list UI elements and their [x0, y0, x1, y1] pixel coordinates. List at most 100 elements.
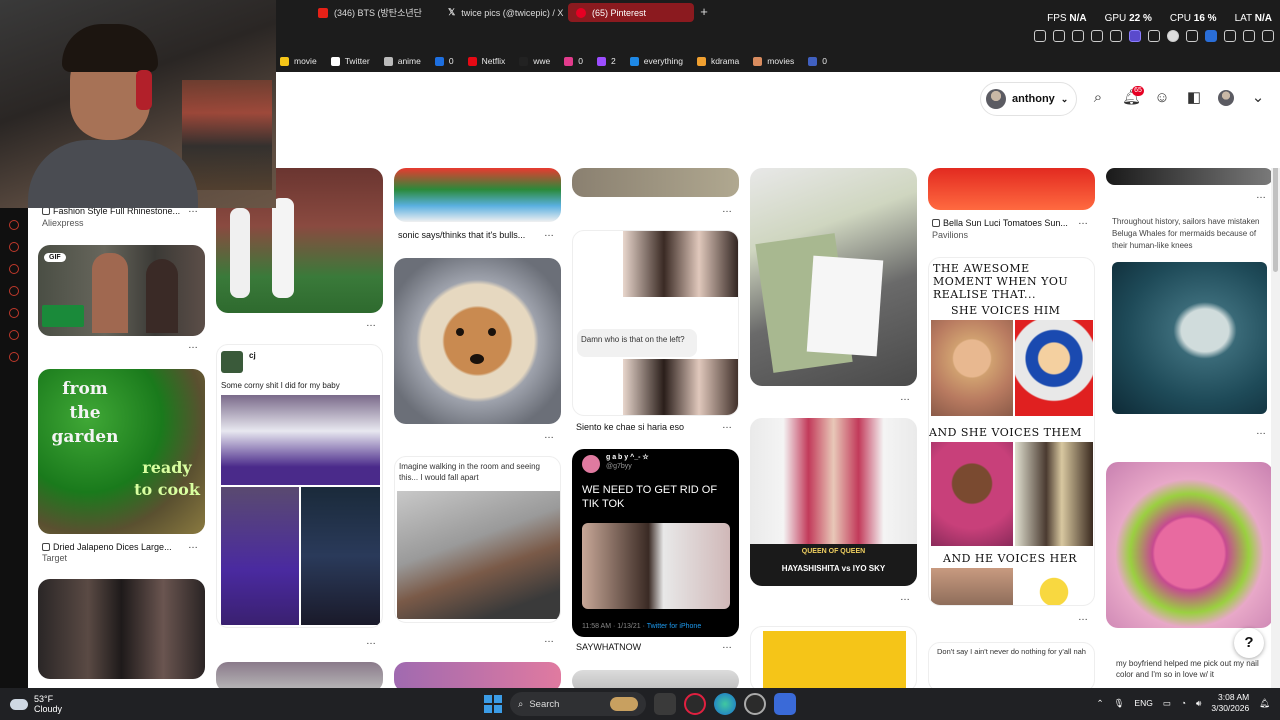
- clock[interactable]: 3:08 AM 3/30/2026: [1211, 692, 1249, 714]
- download-icon[interactable]: [1224, 30, 1236, 42]
- pin-caption[interactable]: Dried Jalapeno Dices Large...: [42, 542, 172, 552]
- bookmark-netflix[interactable]: Netflix: [467, 56, 505, 66]
- pin-image-dog[interactable]: [394, 258, 561, 424]
- pin-image-wrestler[interactable]: QUEEN OF QUEEN HAYASHISHITA vs IYO SKY: [750, 418, 917, 586]
- bookmark-kdrama[interactable]: kdrama: [696, 56, 739, 66]
- bookmark-movie[interactable]: movie: [280, 56, 317, 66]
- messages-icon[interactable]: ☺: [1154, 90, 1170, 106]
- pin-image-kpop-dancers[interactable]: [38, 579, 205, 679]
- search-icon[interactable]: ⌕: [1090, 90, 1106, 106]
- pin-more-button[interactable]: …: [544, 634, 555, 645]
- pin-image-voice-meme[interactable]: THE AWESOME MOMENT WHEN YOU REALISE THAT…: [928, 257, 1095, 606]
- bookmark-movies[interactable]: movies: [753, 56, 794, 66]
- steam-icon[interactable]: [744, 693, 766, 715]
- screenshot-icon[interactable]: [1053, 30, 1065, 42]
- heart-icon[interactable]: [1110, 30, 1122, 42]
- amazon-extension-icon[interactable]: [1205, 30, 1217, 42]
- windows-start-icon[interactable]: [484, 695, 502, 713]
- play-icon[interactable]: [1091, 30, 1103, 42]
- pin-image-partial[interactable]: [572, 168, 739, 197]
- menu-icon[interactable]: [1262, 30, 1274, 42]
- pin-more-button[interactable]: …: [722, 420, 733, 431]
- new-tab-button[interactable]: +: [697, 5, 711, 19]
- bookmark-folder-2[interactable]: 0: [564, 56, 583, 66]
- microphone-icon[interactable]: 🎙︎: [1114, 698, 1125, 709]
- edge-icon[interactable]: [714, 693, 736, 715]
- pin-image-cake-art[interactable]: [1106, 462, 1273, 628]
- sidebar-icon[interactable]: [9, 242, 19, 252]
- chevron-down-icon[interactable]: ⌄: [1250, 90, 1266, 106]
- sidebar-icon[interactable]: [9, 264, 19, 274]
- shield-icon[interactable]: [1072, 30, 1084, 42]
- pin-image-yellow-signs[interactable]: [750, 626, 917, 688]
- pin-caption[interactable]: Siento ke chae si haria eso: [576, 422, 684, 432]
- pin-more-button[interactable]: …: [544, 430, 555, 441]
- pin-image-sonic[interactable]: [394, 168, 561, 222]
- pin-caption[interactable]: SAYWHATNOW: [576, 642, 641, 652]
- chevron-up-icon[interactable]: ⌃: [1097, 698, 1104, 709]
- pin-more-button[interactable]: …: [188, 340, 199, 351]
- language-indicator[interactable]: ENG: [1134, 698, 1152, 708]
- pin-image-tweet-tiktok[interactable]: g a b y ^_- ☆ @g7byy WE NEED TO GET RID …: [572, 449, 739, 637]
- bookmark-icon[interactable]: [1034, 30, 1046, 42]
- bookmark-wwe[interactable]: wwe: [519, 56, 550, 66]
- pin-image-receipt-money[interactable]: [750, 168, 917, 386]
- extension-icon[interactable]: [1129, 30, 1141, 42]
- pin-more-button[interactable]: …: [544, 228, 555, 239]
- notifications-icon[interactable]: 🔔︎: [1259, 698, 1270, 709]
- pin-image-wrestling-gif[interactable]: GIF: [38, 245, 205, 336]
- pin-more-button[interactable]: …: [366, 636, 377, 647]
- tab-pinterest[interactable]: (65) Pinterest: [568, 3, 694, 22]
- pin-image-beluga[interactable]: Throughout history, sailors have mistake…: [1106, 212, 1273, 420]
- pin-more-button[interactable]: …: [900, 392, 911, 403]
- pin-image-dont-say[interactable]: Don't say I ain't never do nothing for y…: [928, 642, 1095, 688]
- bookmark-twitter[interactable]: Twitter: [330, 56, 370, 66]
- pin-more-button[interactable]: …: [900, 592, 911, 603]
- display-icon[interactable]: ▭: [1163, 698, 1171, 709]
- help-button[interactable]: ?: [1234, 628, 1264, 658]
- bookmark-folder-1[interactable]: 0: [434, 56, 454, 66]
- pin-image-partial[interactable]: [394, 662, 561, 688]
- profile-avatar-icon[interactable]: [1218, 90, 1234, 106]
- weather-widget[interactable]: 53°F Cloudy: [10, 694, 62, 714]
- opera-gx-icon[interactable]: [684, 693, 706, 715]
- ai-icon[interactable]: [1243, 30, 1255, 42]
- pin-image-partial[interactable]: [1106, 168, 1273, 185]
- pin-image-partial[interactable]: [572, 670, 739, 688]
- audio-icon[interactable]: [1148, 30, 1160, 42]
- pin-more-button[interactable]: …: [722, 204, 733, 215]
- account-switcher[interactable]: anthony ⌄: [980, 82, 1078, 116]
- pin-caption[interactable]: sonic says/thinks that it's bulls...: [398, 230, 525, 240]
- pin-image-walking-in[interactable]: Imagine walking in the room and seeing t…: [394, 456, 561, 623]
- pin-more-button[interactable]: …: [1078, 216, 1089, 227]
- file-explorer-icon[interactable]: [654, 693, 676, 715]
- volume-icon[interactable]: 🔊︎: [1196, 698, 1201, 709]
- pin-caption[interactable]: Bella Sun Luci Tomatoes Sun...: [932, 218, 1068, 228]
- bookmark-everything[interactable]: everything: [629, 56, 683, 66]
- sidebar-icon[interactable]: [9, 220, 19, 230]
- sidebar-icon[interactable]: [9, 308, 19, 318]
- sidebar-icon[interactable]: [9, 330, 19, 340]
- pin-image-chat-screenshot[interactable]: Damn who is that on the left?: [572, 230, 739, 416]
- profile-extension-icon[interactable]: [1167, 30, 1179, 42]
- app-icon[interactable]: [774, 693, 796, 715]
- tab-youtube-bts[interactable]: (346) BTS (방탄소년단: [310, 3, 430, 22]
- pin-more-button[interactable]: …: [1256, 426, 1267, 437]
- pin-more-button[interactable]: …: [722, 640, 733, 651]
- pin-image-tomatoes[interactable]: [928, 168, 1095, 210]
- megaphone-icon[interactable]: ◧: [1186, 90, 1202, 106]
- sidebar-icon[interactable]: [9, 352, 19, 362]
- pin-more-button[interactable]: …: [1078, 612, 1089, 623]
- network-icon[interactable]: ◔: [1181, 698, 1186, 708]
- pin-image-corny-shit[interactable]: cj Some corny shit I did for my baby: [216, 344, 383, 628]
- tab-twitter-twice[interactable]: 𝕏 twice pics (@twicepic) / X: [440, 3, 571, 22]
- bookmark-folder-3[interactable]: 2: [596, 56, 616, 66]
- bookmark-anime[interactable]: anime: [383, 56, 421, 66]
- sidebar-icon[interactable]: [9, 286, 19, 296]
- pin-image-partial[interactable]: [216, 662, 383, 688]
- pin-image-jalapeno[interactable]: from the garden ready to cook: [38, 369, 205, 534]
- pin-more-button[interactable]: …: [188, 540, 199, 551]
- pin-more-button[interactable]: …: [366, 318, 377, 329]
- scrollbar-thumb[interactable]: [1273, 152, 1278, 272]
- taskbar-search[interactable]: ⌕ Search: [510, 692, 646, 716]
